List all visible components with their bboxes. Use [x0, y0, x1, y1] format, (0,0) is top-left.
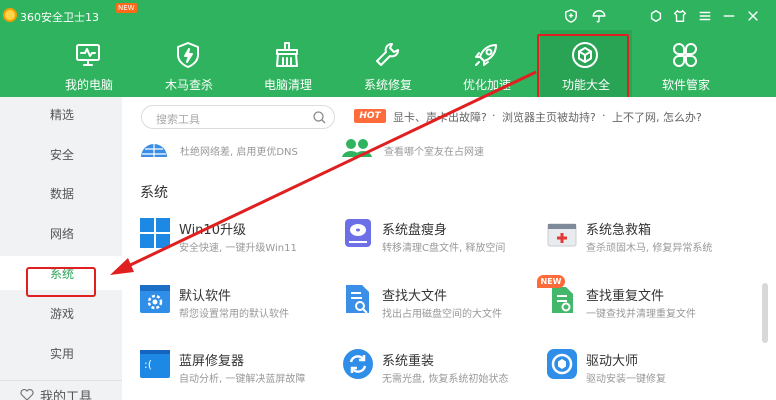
- annotation-highlight-system: [26, 267, 96, 297]
- roommate-network-icon: [342, 139, 372, 157]
- disk-icon: [345, 219, 371, 247]
- nav-speedup[interactable]: 优化加速: [441, 30, 533, 97]
- first-aid-icon: [547, 223, 577, 247]
- sidebar-item-data[interactable]: 数据: [0, 176, 122, 210]
- app-title: 360安全卫士13: [20, 11, 99, 24]
- tool-desc: 驱动安装一键修复: [586, 374, 666, 385]
- sidebar-item-label: 游戏: [50, 307, 75, 321]
- settings-window-icon: [140, 285, 170, 313]
- nav-label: 软件管家: [661, 78, 710, 92]
- sidebar-item-utility[interactable]: 实用: [0, 336, 122, 370]
- tool-desc: 安全快速, 一键升级Win11: [179, 243, 297, 254]
- new-badge: NEW: [116, 3, 137, 13]
- tool-title: 系统盘瘦身: [382, 223, 448, 238]
- tool-title: 默认软件: [179, 289, 232, 304]
- tool-desc: 自动分析, 一键解决蓝屏故障: [179, 374, 306, 385]
- close-icon[interactable]: [745, 8, 761, 24]
- tool-desc: 找出占用磁盘空间的大文件: [382, 309, 502, 320]
- nav-cleanup[interactable]: 电脑清理: [242, 30, 334, 97]
- tool-desc: 一键查找并清理重复文件: [586, 309, 696, 320]
- sidebar-item-games[interactable]: 游戏: [0, 296, 122, 330]
- hot-separator: ·: [602, 109, 606, 122]
- sidebar-item-label: 精选: [50, 108, 75, 122]
- heart-icon: [20, 389, 34, 400]
- rocket-icon: [471, 40, 501, 70]
- tool-desc: 转移清理C盘文件, 释放空间: [382, 243, 506, 254]
- nav-software-manager[interactable]: 软件管家: [640, 30, 732, 97]
- tool-title: 驱动大师: [586, 354, 639, 369]
- svg-text::(: :(: [144, 358, 152, 371]
- dns-globe-icon: [141, 144, 167, 157]
- my-tools-label[interactable]: 我的工具: [40, 386, 92, 400]
- hot-separator: ·: [492, 109, 496, 122]
- sidebar-item-label: 网络: [50, 227, 75, 241]
- hot-link-no-internet[interactable]: 上不了网, 怎么办?: [612, 109, 702, 125]
- tool-system-first-aid[interactable]: 系统急救箱 查杀顽固木马, 修复异常系统: [546, 217, 746, 257]
- partial-tool-desc[interactable]: 查看哪个室友在占网速: [384, 143, 484, 158]
- tool-title: 查找大文件: [382, 289, 448, 304]
- app-logo-icon: [3, 8, 17, 22]
- search-icon[interactable]: [313, 111, 326, 124]
- hot-badge: HOT: [354, 109, 386, 123]
- sidebar-item-security[interactable]: 安全: [0, 137, 122, 171]
- shirt-icon[interactable]: [672, 8, 688, 24]
- tool-desc: 查杀顽固木马, 修复异常系统: [586, 243, 713, 254]
- nav-trojan-scan[interactable]: 木马查杀: [143, 30, 235, 97]
- skin-icon[interactable]: [648, 8, 664, 24]
- annotation-highlight-features: [537, 34, 629, 100]
- hot-link-sound-card[interactable]: 显卡、声卡出故障?: [393, 109, 487, 125]
- tool-desc: 无需光盘, 恢复系统初始状态: [382, 374, 509, 385]
- nav-label: 优化加速: [462, 78, 511, 92]
- hot-link-browser-hijack[interactable]: 浏览器主页被劫持?: [502, 109, 596, 125]
- minimize-icon[interactable]: [721, 8, 737, 24]
- section-title-system: 系统: [140, 185, 168, 201]
- top-header: 360安全卫士13 NEW 我的电脑 木马查杀 电脑清理 系统修复 优化加速 功…: [0, 0, 776, 97]
- tool-win10-upgrade[interactable]: Win10升级 安全快速, 一键升级Win11: [139, 217, 339, 257]
- tool-desc: 帮您设置常用的默认软件: [179, 309, 289, 320]
- tool-bluescreen-fix[interactable]: :( 蓝屏修复器 自动分析, 一键解决蓝屏故障: [139, 348, 339, 388]
- shield-bolt-icon: [173, 40, 203, 70]
- partial-tool-desc[interactable]: 杜绝网络差, 启用更优DNS: [180, 143, 298, 158]
- umbrella-icon[interactable]: [591, 8, 607, 24]
- nav-label: 电脑清理: [263, 78, 312, 92]
- nav-label: 系统修复: [363, 78, 412, 92]
- windows-icon: [140, 218, 170, 248]
- broom-icon: [272, 40, 302, 70]
- driver-icon: [547, 349, 577, 379]
- tool-title: Win10升级: [179, 223, 246, 238]
- menu-icon[interactable]: [697, 8, 713, 24]
- wrench-icon: [372, 40, 402, 70]
- sidebar-item-featured[interactable]: 精选: [0, 97, 122, 131]
- tool-driver-master[interactable]: 驱动大师 驱动安装一键修复: [546, 348, 746, 388]
- tool-title: 查找重复文件: [586, 289, 665, 304]
- monitor-icon: [73, 40, 103, 70]
- scrollbar[interactable]: [762, 283, 768, 343]
- tool-find-duplicates[interactable]: 查找重复文件 一键查找并清理重复文件: [546, 283, 746, 323]
- nav-label: 木马查杀: [164, 78, 213, 92]
- bluescreen-icon: :(: [140, 350, 170, 378]
- titlebar: 360安全卫士13 NEW: [0, 0, 776, 30]
- tool-default-software[interactable]: 默认软件 帮您设置常用的默认软件: [139, 283, 339, 323]
- sidebar-item-network[interactable]: 网络: [0, 216, 122, 250]
- search-placeholder: 搜索工具: [156, 113, 200, 126]
- shield-status-icon[interactable]: [563, 8, 579, 24]
- tool-find-large-files[interactable]: 查找大文件 找出占用磁盘空间的大文件: [342, 283, 542, 323]
- nav-label: 我的电脑: [64, 78, 113, 92]
- grid-icon: [670, 40, 700, 70]
- tool-disk-slim[interactable]: 系统盘瘦身 转移清理C盘文件, 释放空间: [342, 217, 542, 257]
- nav-my-computer[interactable]: 我的电脑: [43, 30, 135, 97]
- nav-system-repair[interactable]: 系统修复: [342, 30, 434, 97]
- tool-title: 系统重装: [382, 354, 435, 369]
- sidebar-item-label: 安全: [50, 148, 75, 162]
- reinstall-icon: [343, 349, 373, 379]
- sidebar-item-label: 数据: [50, 187, 75, 201]
- tool-system-reinstall[interactable]: 系统重装 无需光盘, 恢复系统初始状态: [342, 348, 542, 388]
- tool-title: 蓝屏修复器: [179, 354, 245, 369]
- tool-title: 系统急救箱: [586, 223, 652, 238]
- file-search-icon: [346, 285, 369, 314]
- new-tag: NEW: [537, 275, 565, 288]
- sidebar-item-label: 实用: [50, 347, 75, 361]
- search-input[interactable]: 搜索工具: [141, 105, 335, 129]
